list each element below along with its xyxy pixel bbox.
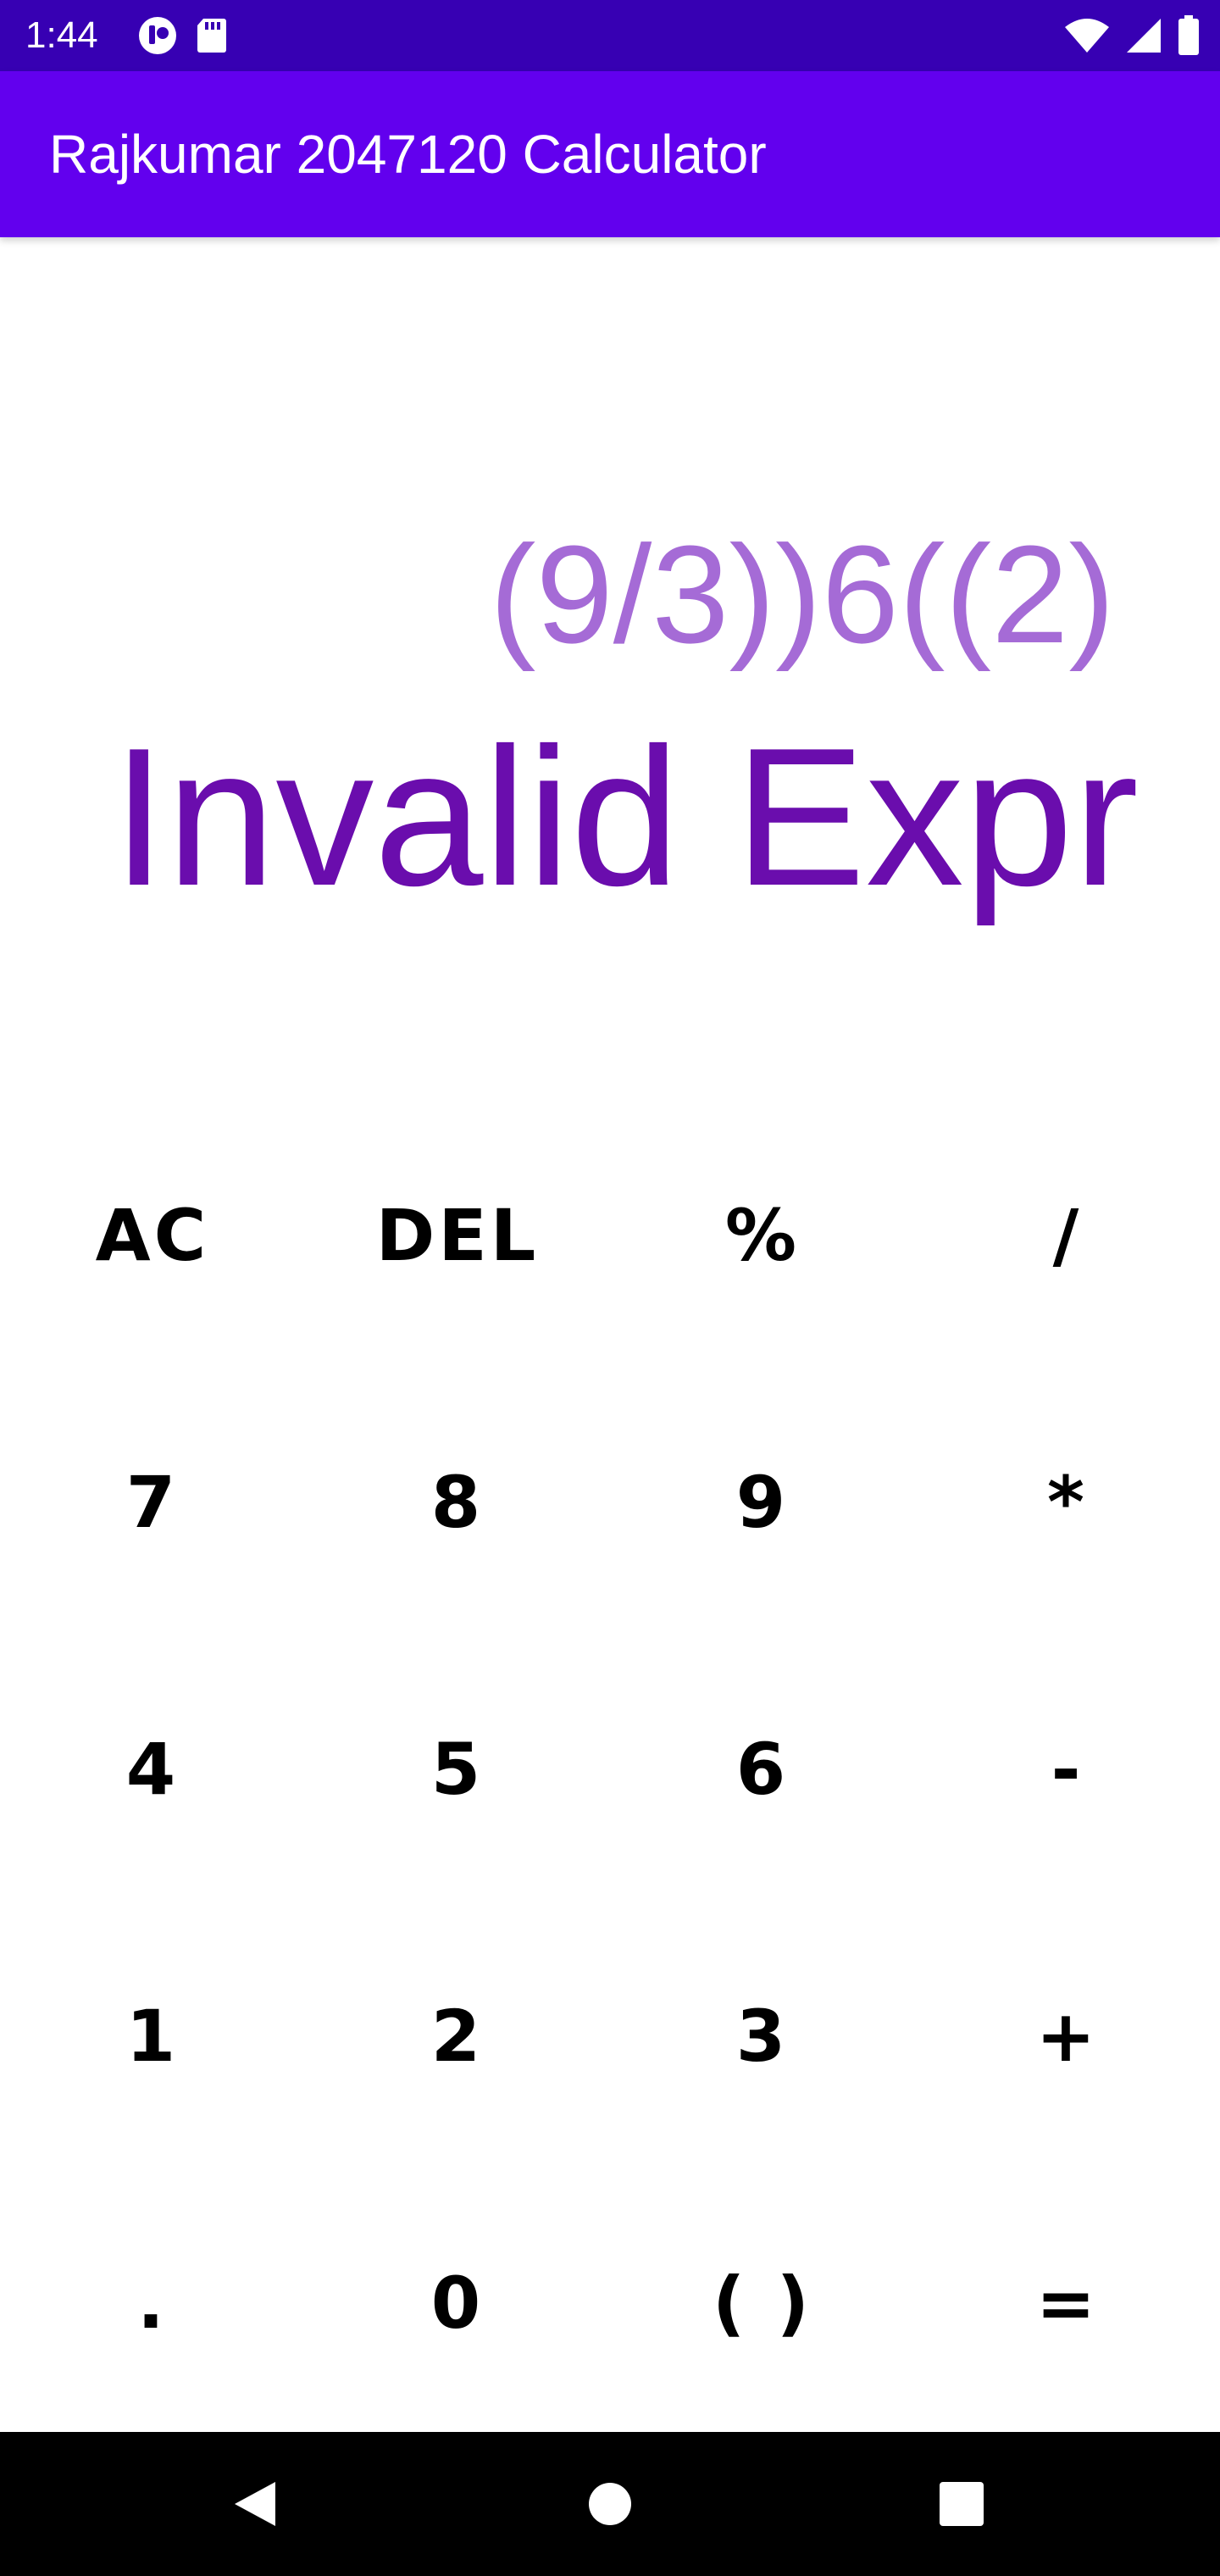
app-title: Rajkumar 2047120 Calculator — [49, 124, 767, 185]
home-icon[interactable] — [580, 2474, 640, 2534]
key-1-button[interactable]: 1 — [0, 1902, 305, 2169]
key-decimal-button[interactable]: . — [0, 2169, 305, 2436]
key-8-button[interactable]: 8 — [305, 1368, 610, 1635]
expression-display: (9/3))6((2) — [489, 517, 1115, 672]
key-delete-button[interactable]: DEL — [305, 1102, 610, 1368]
status-left-icons — [137, 15, 229, 59]
key-4-button[interactable]: 4 — [0, 1635, 305, 1902]
key-9-button[interactable]: 9 — [610, 1368, 915, 1635]
key-2-button[interactable]: 2 — [305, 1902, 610, 2169]
key-percent-button[interactable]: % — [610, 1102, 915, 1368]
key-subtract-button[interactable]: - — [915, 1635, 1220, 1902]
status-bar: 1:44 — [0, 0, 1220, 71]
status-right-icons — [1064, 15, 1200, 59]
back-icon[interactable] — [225, 2474, 285, 2534]
keypad: AC DEL % / 7 8 9 * 4 5 6 - 1 2 3 + . 0 (… — [0, 1102, 1220, 2436]
key-3-button[interactable]: 3 — [610, 1902, 915, 2169]
key-divide-button[interactable]: / — [915, 1102, 1220, 1368]
status-time: 1:44 — [25, 14, 98, 56]
app-notification-icon — [137, 15, 178, 59]
result-display: Invalid Expr — [111, 708, 1139, 927]
recents-icon[interactable] — [932, 2474, 991, 2534]
key-multiply-button[interactable]: * — [915, 1368, 1220, 1635]
key-add-button[interactable]: + — [915, 1902, 1220, 2169]
key-7-button[interactable]: 7 — [0, 1368, 305, 1635]
key-5-button[interactable]: 5 — [305, 1635, 610, 1902]
battery-icon — [1178, 15, 1200, 59]
key-0-button[interactable]: 0 — [305, 2169, 610, 2436]
navigation-bar — [0, 2432, 1220, 2576]
sd-card-icon — [195, 15, 229, 59]
key-parentheses-button[interactable]: ( ) — [610, 2169, 915, 2436]
key-6-button[interactable]: 6 — [610, 1635, 915, 1902]
key-equals-button[interactable]: = — [915, 2169, 1220, 2436]
wifi-icon — [1064, 17, 1110, 58]
signal-icon — [1125, 17, 1162, 58]
app-bar: Rajkumar 2047120 Calculator — [0, 71, 1220, 237]
key-clear-button[interactable]: AC — [0, 1102, 305, 1368]
